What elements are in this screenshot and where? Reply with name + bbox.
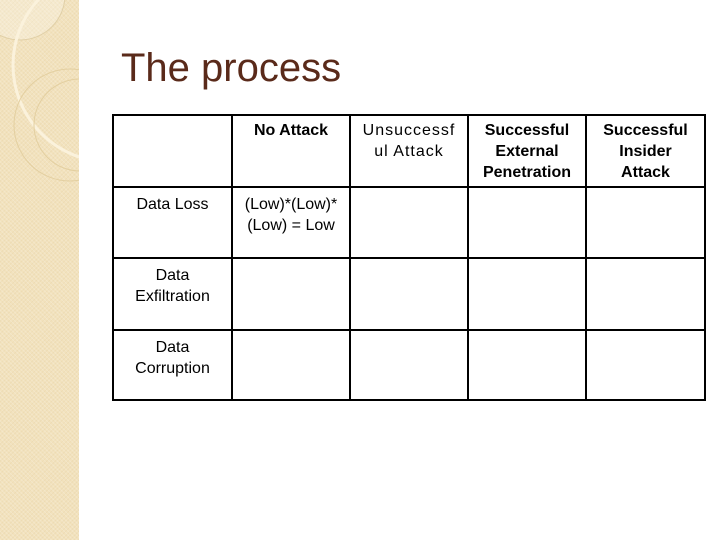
cell-line: (Low) = Low [247, 217, 335, 234]
header-label-line: Successful [603, 122, 688, 139]
table-cell: (Low)*(Low)* (Low) = Low [231, 186, 351, 259]
header-label-line: Insider [619, 143, 672, 160]
row-label-line: Exfiltration [135, 288, 210, 305]
table-row: Data Corruption [112, 329, 706, 401]
table-header-row: No Attack Unsuccessf ul Attack Successfu… [112, 114, 706, 188]
header-label-line: Penetration [482, 164, 571, 181]
row-label-data-corruption: Data Corruption [112, 329, 233, 401]
table-cell [349, 186, 469, 259]
header-label: No Attack [253, 122, 329, 139]
row-label-data-exfiltration: Data Exfiltration [112, 257, 233, 331]
table-cell [585, 257, 706, 331]
row-label-line: Data Loss [136, 196, 209, 213]
decorative-circles-icon [0, 0, 79, 182]
process-table: No Attack Unsuccessf ul Attack Successfu… [112, 114, 706, 401]
table-cell [467, 257, 587, 331]
header-no-attack: No Attack [231, 114, 351, 188]
header-label-line: External [495, 143, 559, 160]
table-row: Data Loss (Low)*(Low)* (Low) = Low [112, 186, 706, 259]
cell-line: (Low)*(Low)* [244, 196, 338, 213]
header-successful-external-penetration: Successful External Penetration [467, 114, 587, 188]
table-cell [349, 257, 469, 331]
table-cell [467, 186, 587, 259]
row-label-data-loss: Data Loss [112, 186, 233, 259]
row-label-line: Data [155, 267, 190, 284]
row-label-line: Data [155, 339, 190, 356]
header-label-line: Unsuccessf [362, 122, 456, 139]
header-label-line: Attack [621, 164, 670, 181]
table-cell [467, 329, 587, 401]
table-cell [231, 257, 351, 331]
header-unsuccessful-attack: Unsuccessf ul Attack [349, 114, 469, 188]
table-cell [585, 329, 706, 401]
slide-title: The process [121, 46, 342, 90]
table-row: Data Exfiltration [112, 257, 706, 331]
row-label-line: Corruption [135, 360, 210, 377]
table-cell [349, 329, 469, 401]
table-cell [231, 329, 351, 401]
decorative-sidebar [0, 0, 79, 540]
header-cell-empty [112, 114, 233, 188]
header-successful-insider-attack: Successful Insider Attack [585, 114, 706, 188]
header-label-line: ul Attack [374, 143, 444, 160]
header-label-line: Successful [484, 122, 570, 139]
table-cell [585, 186, 706, 259]
